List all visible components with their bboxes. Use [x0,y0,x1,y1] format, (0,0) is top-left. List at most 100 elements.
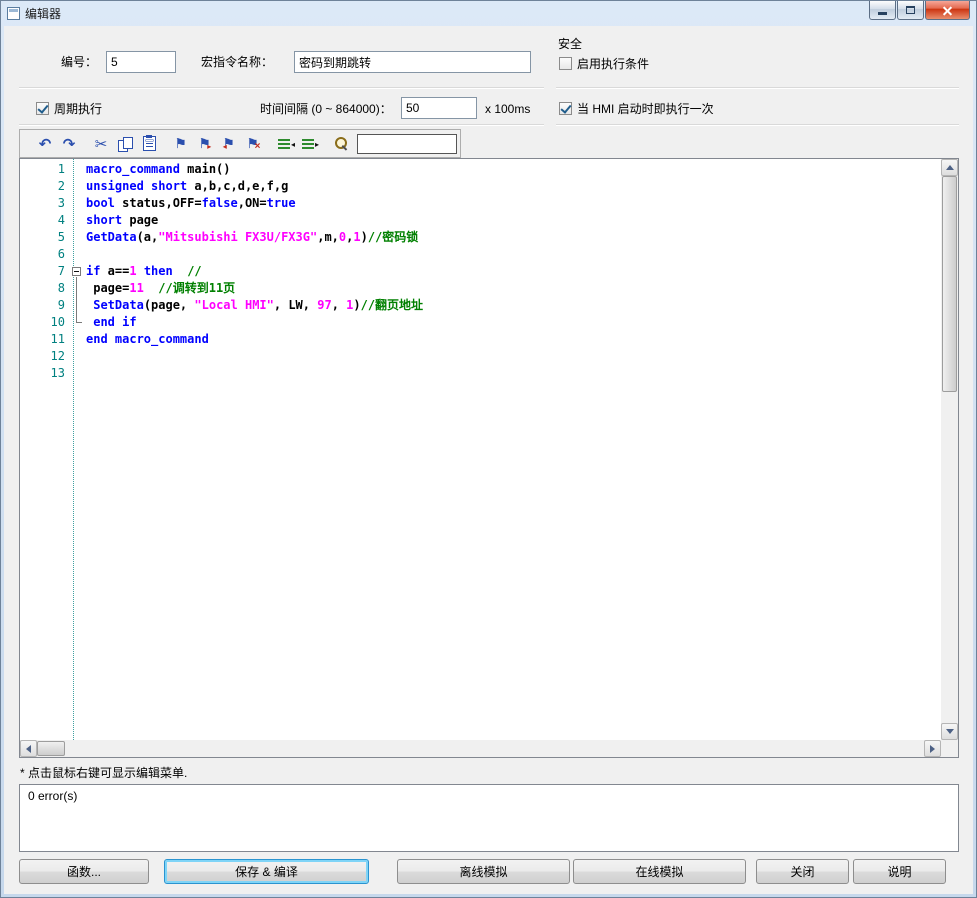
undo-button[interactable] [34,133,56,155]
outdent-button[interactable] [298,133,320,155]
interval-input[interactable] [401,97,477,119]
paste-button[interactable] [138,133,160,155]
close-icon [942,5,953,16]
enable-condition-label: 启用执行条件 [577,55,649,72]
line-number: 3 [20,195,69,212]
code-lines: 1 macro_command main()2unsigned short a,b… [20,161,941,382]
vertical-scroll-thumb[interactable] [942,176,957,392]
line-number: 13 [20,365,69,382]
redo-icon [63,135,76,153]
line-number: 1 [20,161,69,178]
bookmark-clear-button[interactable] [242,133,264,155]
line-number: 4 [20,212,69,229]
code-line[interactable]: 13 [20,365,941,382]
code-line[interactable]: 10 end if [20,314,941,331]
fold-guide [69,331,86,348]
cut-button[interactable] [90,133,112,155]
code-text: end if [86,314,137,331]
code-text: macro_command main() [86,161,231,178]
horizontal-scrollbar[interactable] [20,740,941,757]
enable-condition-checkbox-row: 启用执行条件 [559,56,649,71]
code-line[interactable]: 4 short page [20,212,941,229]
line-number: 11 [20,331,69,348]
bookmark-prev-button[interactable] [218,133,240,155]
code-line[interactable]: 8 page=11 //调转到11页 [20,280,941,297]
bookmark-clear-icon [248,135,259,152]
fold-collapse-icon[interactable] [69,263,86,280]
macro-name-input[interactable] [294,51,531,73]
offline-sim-button[interactable]: 离线模拟 [397,859,570,884]
code-text: GetData(a,"Mitsubishi FX3U/FX3G",m,0,1)/… [86,229,418,246]
bookmark-next-button[interactable] [194,133,216,155]
arrow-left-icon [26,745,31,753]
startup-checkbox-row: 当 HMI 启动时即执行一次 [559,101,714,116]
functions-button[interactable]: 函数... [19,859,149,884]
indent-button[interactable] [274,133,296,155]
code-area[interactable]: 1 macro_command main()2unsigned short a,b… [20,159,941,740]
help-button[interactable]: 说明 [853,859,946,884]
minimize-button[interactable] [869,1,896,20]
line-number: 9 [20,297,69,314]
security-group-label: 安全 [558,36,582,52]
periodic-checkbox[interactable] [36,102,49,115]
startup-checkbox[interactable] [559,102,572,115]
vertical-scrollbar[interactable] [941,159,958,740]
horizontal-scroll-thumb[interactable] [37,741,65,756]
edit-menu-hint: * 点击鼠标右键可显示编辑菜单. [20,764,187,781]
online-sim-button[interactable]: 在线模拟 [573,859,746,884]
startup-label: 当 HMI 启动时即执行一次 [577,100,714,117]
fold-guide [69,280,86,297]
bookmark-toggle-button[interactable] [170,133,192,155]
code-line[interactable]: 7if a==1 then // [20,263,941,280]
maximize-icon [906,6,915,14]
scroll-right-button[interactable] [924,740,941,757]
close-button[interactable] [925,1,970,20]
bookmark-toggle-icon [176,135,187,152]
code-text: short page [86,212,158,229]
interval-label: 时间间隔 (0 ~ 864000)： [260,101,392,117]
interval-unit-label: x 100ms [485,101,530,117]
scroll-down-button[interactable] [941,723,958,740]
fold-guide [69,297,86,314]
scroll-left-button[interactable] [20,740,37,757]
bookmark-prev-icon [224,135,235,152]
scrollbar-corner [941,740,958,757]
copy-icon [117,136,133,152]
line-number: 8 [20,280,69,297]
find-input[interactable] [357,134,457,154]
code-line[interactable]: 6 [20,246,941,263]
minimize-icon [878,12,887,15]
arrow-down-icon [946,729,954,734]
fold-guide [69,178,86,195]
fold-guide [69,365,86,382]
save-compile-button[interactable]: 保存 & 编译 [164,859,369,884]
window-title: 编辑器 [25,5,61,22]
code-line[interactable]: 5GetData(a,"Mitsubishi FX3U/FX3G",m,0,1)… [20,229,941,246]
macro-name-label: 宏指令名称： [201,54,273,70]
code-line[interactable]: 11end macro_command [20,331,941,348]
editor-toolbar [19,129,461,158]
maximize-button[interactable] [897,1,924,20]
periodic-checkbox-row: 周期执行 [36,101,102,116]
code-line[interactable]: 12 [20,348,941,365]
error-output[interactable]: 0 error(s) [19,784,959,852]
code-line[interactable]: 3bool status,OFF=false,ON=true [20,195,941,212]
redo-button[interactable] [58,133,80,155]
close-dialog-button[interactable]: 关闭 [756,859,849,884]
scroll-up-button[interactable] [941,159,958,176]
number-input[interactable] [106,51,176,73]
code-line[interactable]: 2unsigned short a,b,c,d,e,f,g [20,178,941,195]
find-button[interactable] [330,133,352,155]
separator [556,87,959,89]
line-number: 7 [20,263,69,280]
enable-condition-checkbox[interactable] [559,57,572,70]
code-line[interactable]: 9 SetData(page, "Local HMI", LW, 97, 1)/… [20,297,941,314]
separator [19,124,544,126]
dialog-buttons: 函数... 保存 & 编译 离线模拟 在线模拟 关闭 说明 [19,859,958,884]
code-line[interactable]: 1 macro_command main() [20,161,941,178]
titlebar[interactable]: 编辑器 [1,1,976,26]
copy-button[interactable] [114,133,136,155]
dialog-content: 编号： 宏指令名称： 安全 启用执行条件 周期执行 时间间隔 (0 ~ 8640… [4,26,973,894]
code-text: unsigned short a,b,c,d,e,f,g [86,178,288,195]
paste-icon [143,136,156,151]
